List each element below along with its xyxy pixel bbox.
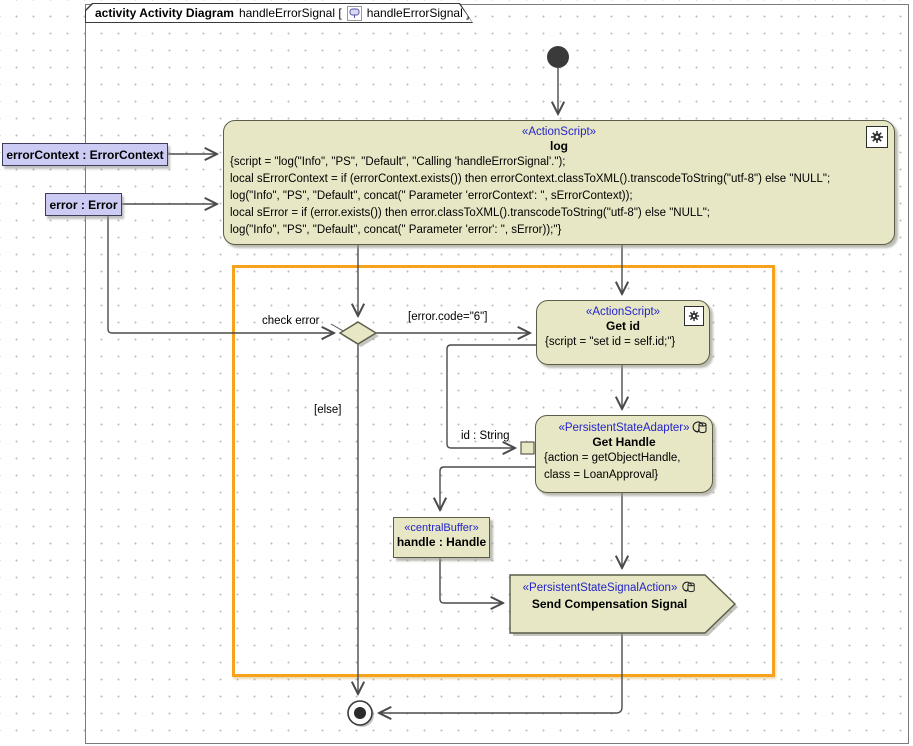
diagram-name: handleErrorSignal [ <box>239 6 342 20</box>
diagram-context-name: handleErrorSignal ] <box>367 6 470 20</box>
buffer-stereotype: «centralBuffer» <box>396 521 487 535</box>
get-handle-body-line: class = LoanApproval} <box>544 467 704 484</box>
get-id-stereotype: «ActionScript» <box>545 305 701 319</box>
diagram-header-tab[interactable]: activity Activity Diagram handleErrorSig… <box>85 3 473 23</box>
get-handle-name: Get Handle <box>544 435 704 450</box>
object-node-errorcontext[interactable]: errorContext : ErrorContext <box>2 143 168 166</box>
get-id-name: Get id <box>545 319 701 334</box>
log-script-line: local sErrorContext = if (errorContext.e… <box>230 171 888 188</box>
object-node-error[interactable]: error : Error <box>45 193 122 216</box>
get-handle-stereotype: «PersistentStateAdapter» <box>544 421 704 435</box>
central-buffer-node[interactable]: «centralBuffer» handle : Handle <box>393 517 490 558</box>
send-signal-name: Send Compensation Signal <box>512 597 707 612</box>
action-node-get-handle[interactable]: «PersistentStateAdapter» Get Handle {act… <box>535 415 713 493</box>
buffer-name: handle : Handle <box>396 535 487 550</box>
persistent-state-icon <box>680 580 696 595</box>
final-node[interactable] <box>348 701 372 725</box>
pin-label-id-string[interactable]: id : String <box>461 430 510 442</box>
persistent-state-icon <box>690 420 708 441</box>
diagram-kind-label: activity Activity Diagram <box>95 6 234 20</box>
guard-else[interactable]: [else] <box>314 404 342 416</box>
log-script-line: log("Info", "PS", "Default", concat(" Pa… <box>230 222 888 239</box>
initial-node[interactable] <box>547 46 569 68</box>
action-node-log[interactable]: «ActionScript» log {script = "log("Info"… <box>223 120 895 245</box>
log-script-line: log("Info", "PS", "Default", concat(" Pa… <box>230 188 888 205</box>
send-signal-node[interactable]: «PersistentStateSignalAction» Send Compe… <box>512 580 707 630</box>
script-gear-icon <box>866 126 888 148</box>
log-script-line: {script = "log("Info", "PS", "Default", … <box>230 154 888 171</box>
id-input-pin[interactable] <box>521 442 534 454</box>
action-node-get-id[interactable]: «ActionScript» Get id {script = "set id … <box>536 300 710 365</box>
activity-diagram-canvas: activity Activity Diagram handleErrorSig… <box>0 0 913 746</box>
get-handle-body-line: {action = getObjectHandle, <box>544 450 704 467</box>
log-stereotype: «ActionScript» <box>230 125 888 139</box>
get-id-script: {script = "set id = self.id;"} <box>545 334 701 351</box>
guard-error-code[interactable]: [error.code="6"] <box>408 311 487 323</box>
send-signal-stereotype: «PersistentStateSignalAction» <box>523 581 678 595</box>
errorcontext-label: errorContext : ErrorContext <box>6 148 163 162</box>
script-gear-icon <box>684 306 704 326</box>
activity-diagram-icon <box>347 6 362 21</box>
log-script-line: local sError = if (error.exists()) then … <box>230 205 888 222</box>
error-label: error : Error <box>49 198 117 212</box>
log-name: log <box>230 139 888 154</box>
edge-name-check-error[interactable]: check error <box>262 315 320 327</box>
